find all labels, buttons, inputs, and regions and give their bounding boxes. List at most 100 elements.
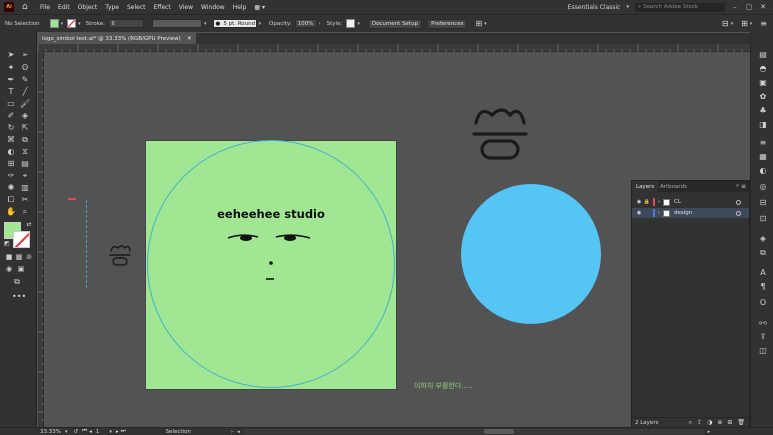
- new-layer-icon[interactable]: ⊞: [727, 419, 732, 426]
- draw-mode-icon[interactable]: ◉: [4, 264, 14, 274]
- last-artboard-icon[interactable]: ⏭: [121, 428, 126, 435]
- target-circle-icon[interactable]: [736, 210, 741, 216]
- stroke-dropdown-icon[interactable]: ▾: [78, 21, 81, 27]
- stock-search-input[interactable]: ⌕ Search Adobe Stock: [635, 2, 725, 12]
- target-circle-icon[interactable]: [736, 199, 741, 205]
- gradient-tool-icon[interactable]: ▤: [20, 159, 30, 169]
- zoom-tool-icon[interactable]: ⌕: [20, 207, 30, 217]
- align-icon[interactable]: ⊞: [475, 19, 482, 28]
- slice-tool-icon[interactable]: ✂: [20, 195, 30, 205]
- horizontal-scroll-thumb[interactable]: [483, 429, 514, 434]
- menu-window[interactable]: Window: [201, 4, 225, 11]
- variable-width-profile[interactable]: [152, 19, 202, 28]
- workspace-switcher[interactable]: Essentials Classic: [568, 4, 621, 11]
- direct-selection-tool-icon[interactable]: ➢: [20, 50, 30, 60]
- opacity-label[interactable]: Opacity:: [269, 21, 292, 27]
- arrange-icon[interactable]: ⊟: [722, 19, 729, 28]
- stroke-weight-field[interactable]: ⇕: [108, 19, 144, 28]
- graph-tool-icon[interactable]: ▥: [20, 183, 30, 193]
- next-artboard-icon[interactable]: ▸: [116, 429, 119, 435]
- artboard-dropdown-icon[interactable]: ▾: [109, 429, 112, 435]
- opentype-icon[interactable]: O: [757, 298, 769, 308]
- layer-row-design[interactable]: ◉ › design: [632, 208, 749, 218]
- align-dropdown-icon[interactable]: ▾: [484, 21, 487, 27]
- shape-builder-icon[interactable]: ◐: [6, 147, 16, 157]
- tab-layers[interactable]: Layers: [632, 181, 659, 192]
- layer-name-cl[interactable]: CL: [674, 199, 681, 205]
- fill-swatch[interactable]: [49, 19, 59, 28]
- document-setup-button[interactable]: Document Setup: [367, 18, 423, 29]
- opacity-field[interactable]: 100%: [294, 19, 317, 28]
- menu-type[interactable]: Type: [105, 4, 119, 11]
- type-tool-icon[interactable]: T: [6, 87, 16, 97]
- new-sublayer-icon[interactable]: ⊕: [717, 419, 722, 426]
- paragraph-icon[interactable]: ¶: [757, 282, 769, 292]
- menu-effect[interactable]: Effect: [154, 4, 171, 11]
- selection-tool-icon[interactable]: ➤: [6, 50, 16, 60]
- style-swatch[interactable]: [346, 19, 356, 28]
- scrollbar-left-icon[interactable]: ◂: [237, 429, 240, 435]
- menu-view[interactable]: View: [179, 4, 193, 11]
- document-tab[interactable]: logo_simbol test.ai* @ 33.33% (RGB/GPU P…: [38, 33, 196, 44]
- paintbrush-icon[interactable]: 🖌: [20, 99, 30, 109]
- pen-tool-icon[interactable]: ✒: [6, 75, 16, 85]
- tab-artboards[interactable]: Artboards: [656, 181, 691, 192]
- transform-icon[interactable]: ⊞: [741, 19, 748, 28]
- draw-behind-icon[interactable]: ▣: [16, 264, 26, 274]
- color-mode-icon[interactable]: ■: [4, 252, 14, 262]
- brush-dropdown-icon[interactable]: ▾: [259, 21, 262, 27]
- vertical-ruler[interactable]: [38, 51, 44, 428]
- stroke-color-icon[interactable]: [13, 231, 30, 248]
- face-features[interactable]: [226, 232, 316, 287]
- links-icon[interactable]: ⧟: [757, 318, 769, 328]
- scrollbar-right-icon[interactable]: ▸: [708, 429, 711, 435]
- prev-artboard-icon[interactable]: ◂: [89, 429, 92, 435]
- screen-mode-icon[interactable]: ⧉: [12, 277, 22, 287]
- blue-circle[interactable]: [461, 184, 601, 324]
- swap-fill-stroke-icon[interactable]: ⇄: [24, 220, 34, 230]
- expand-arrow-icon[interactable]: ›: [655, 210, 663, 216]
- image-trace-icon[interactable]: ◫: [757, 346, 769, 356]
- status-arrow-icon[interactable]: ›: [231, 429, 233, 435]
- visibility-eye-icon[interactable]: ◉: [635, 210, 643, 216]
- studio-text[interactable]: eeheehee studio: [215, 207, 327, 221]
- collapse-panel-icon[interactable]: »: [736, 183, 739, 189]
- scale-tool-icon[interactable]: ⇱: [20, 123, 30, 133]
- first-artboard-icon[interactable]: ⏮: [82, 428, 87, 435]
- horizontal-ruler[interactable]: [37, 44, 750, 52]
- hand-tool-icon[interactable]: ✋: [6, 207, 16, 217]
- chevron-down-icon[interactable]: ▾: [626, 4, 629, 10]
- menu-edit[interactable]: Edit: [58, 4, 70, 11]
- visibility-eye-icon[interactable]: ◉: [635, 199, 643, 205]
- home-icon[interactable]: ⌂: [22, 2, 32, 12]
- gradient-mode-icon[interactable]: ▩: [14, 252, 24, 262]
- style-dropdown-icon[interactable]: ▾: [357, 21, 360, 27]
- stroke-swatch[interactable]: [67, 19, 77, 28]
- artboard-number[interactable]: 1: [96, 429, 100, 435]
- curvature-tool-icon[interactable]: ✎: [20, 75, 30, 85]
- asset-export-icon[interactable]: ⇪: [757, 332, 769, 342]
- shaper-tool-icon[interactable]: ✐: [6, 111, 16, 121]
- symbol-large[interactable]: [472, 103, 528, 163]
- character-icon[interactable]: A: [757, 268, 769, 278]
- brushes-icon[interactable]: ✿: [757, 92, 769, 102]
- delete-layer-icon[interactable]: 🗑: [737, 419, 745, 426]
- close-tab-icon[interactable]: ✕: [187, 35, 192, 42]
- gradient-panel-icon[interactable]: ▦: [757, 152, 769, 162]
- layer-name-design[interactable]: design: [674, 210, 692, 216]
- menu-object[interactable]: Object: [78, 4, 98, 11]
- free-transform-icon[interactable]: ⧉: [20, 135, 30, 145]
- appearance-icon[interactable]: ◎: [757, 182, 769, 192]
- rotate-tool-icon[interactable]: ↻: [6, 123, 16, 133]
- menu-select[interactable]: Select: [127, 4, 146, 11]
- transparency-icon[interactable]: ◐: [757, 166, 769, 176]
- menu-help[interactable]: Help: [233, 4, 247, 11]
- close-icon[interactable]: ✕: [759, 3, 767, 11]
- fill-dropdown-icon[interactable]: ▾: [61, 21, 64, 27]
- eyedropper-icon[interactable]: ✑: [6, 171, 16, 181]
- width-tool-icon[interactable]: ⌘: [6, 135, 16, 145]
- default-colors-icon[interactable]: ◩: [2, 239, 12, 249]
- mesh-tool-icon[interactable]: ⊞: [6, 159, 16, 169]
- rectangle-tool-icon[interactable]: ▭: [6, 99, 16, 109]
- lock-icon[interactable]: 🔒: [643, 199, 651, 205]
